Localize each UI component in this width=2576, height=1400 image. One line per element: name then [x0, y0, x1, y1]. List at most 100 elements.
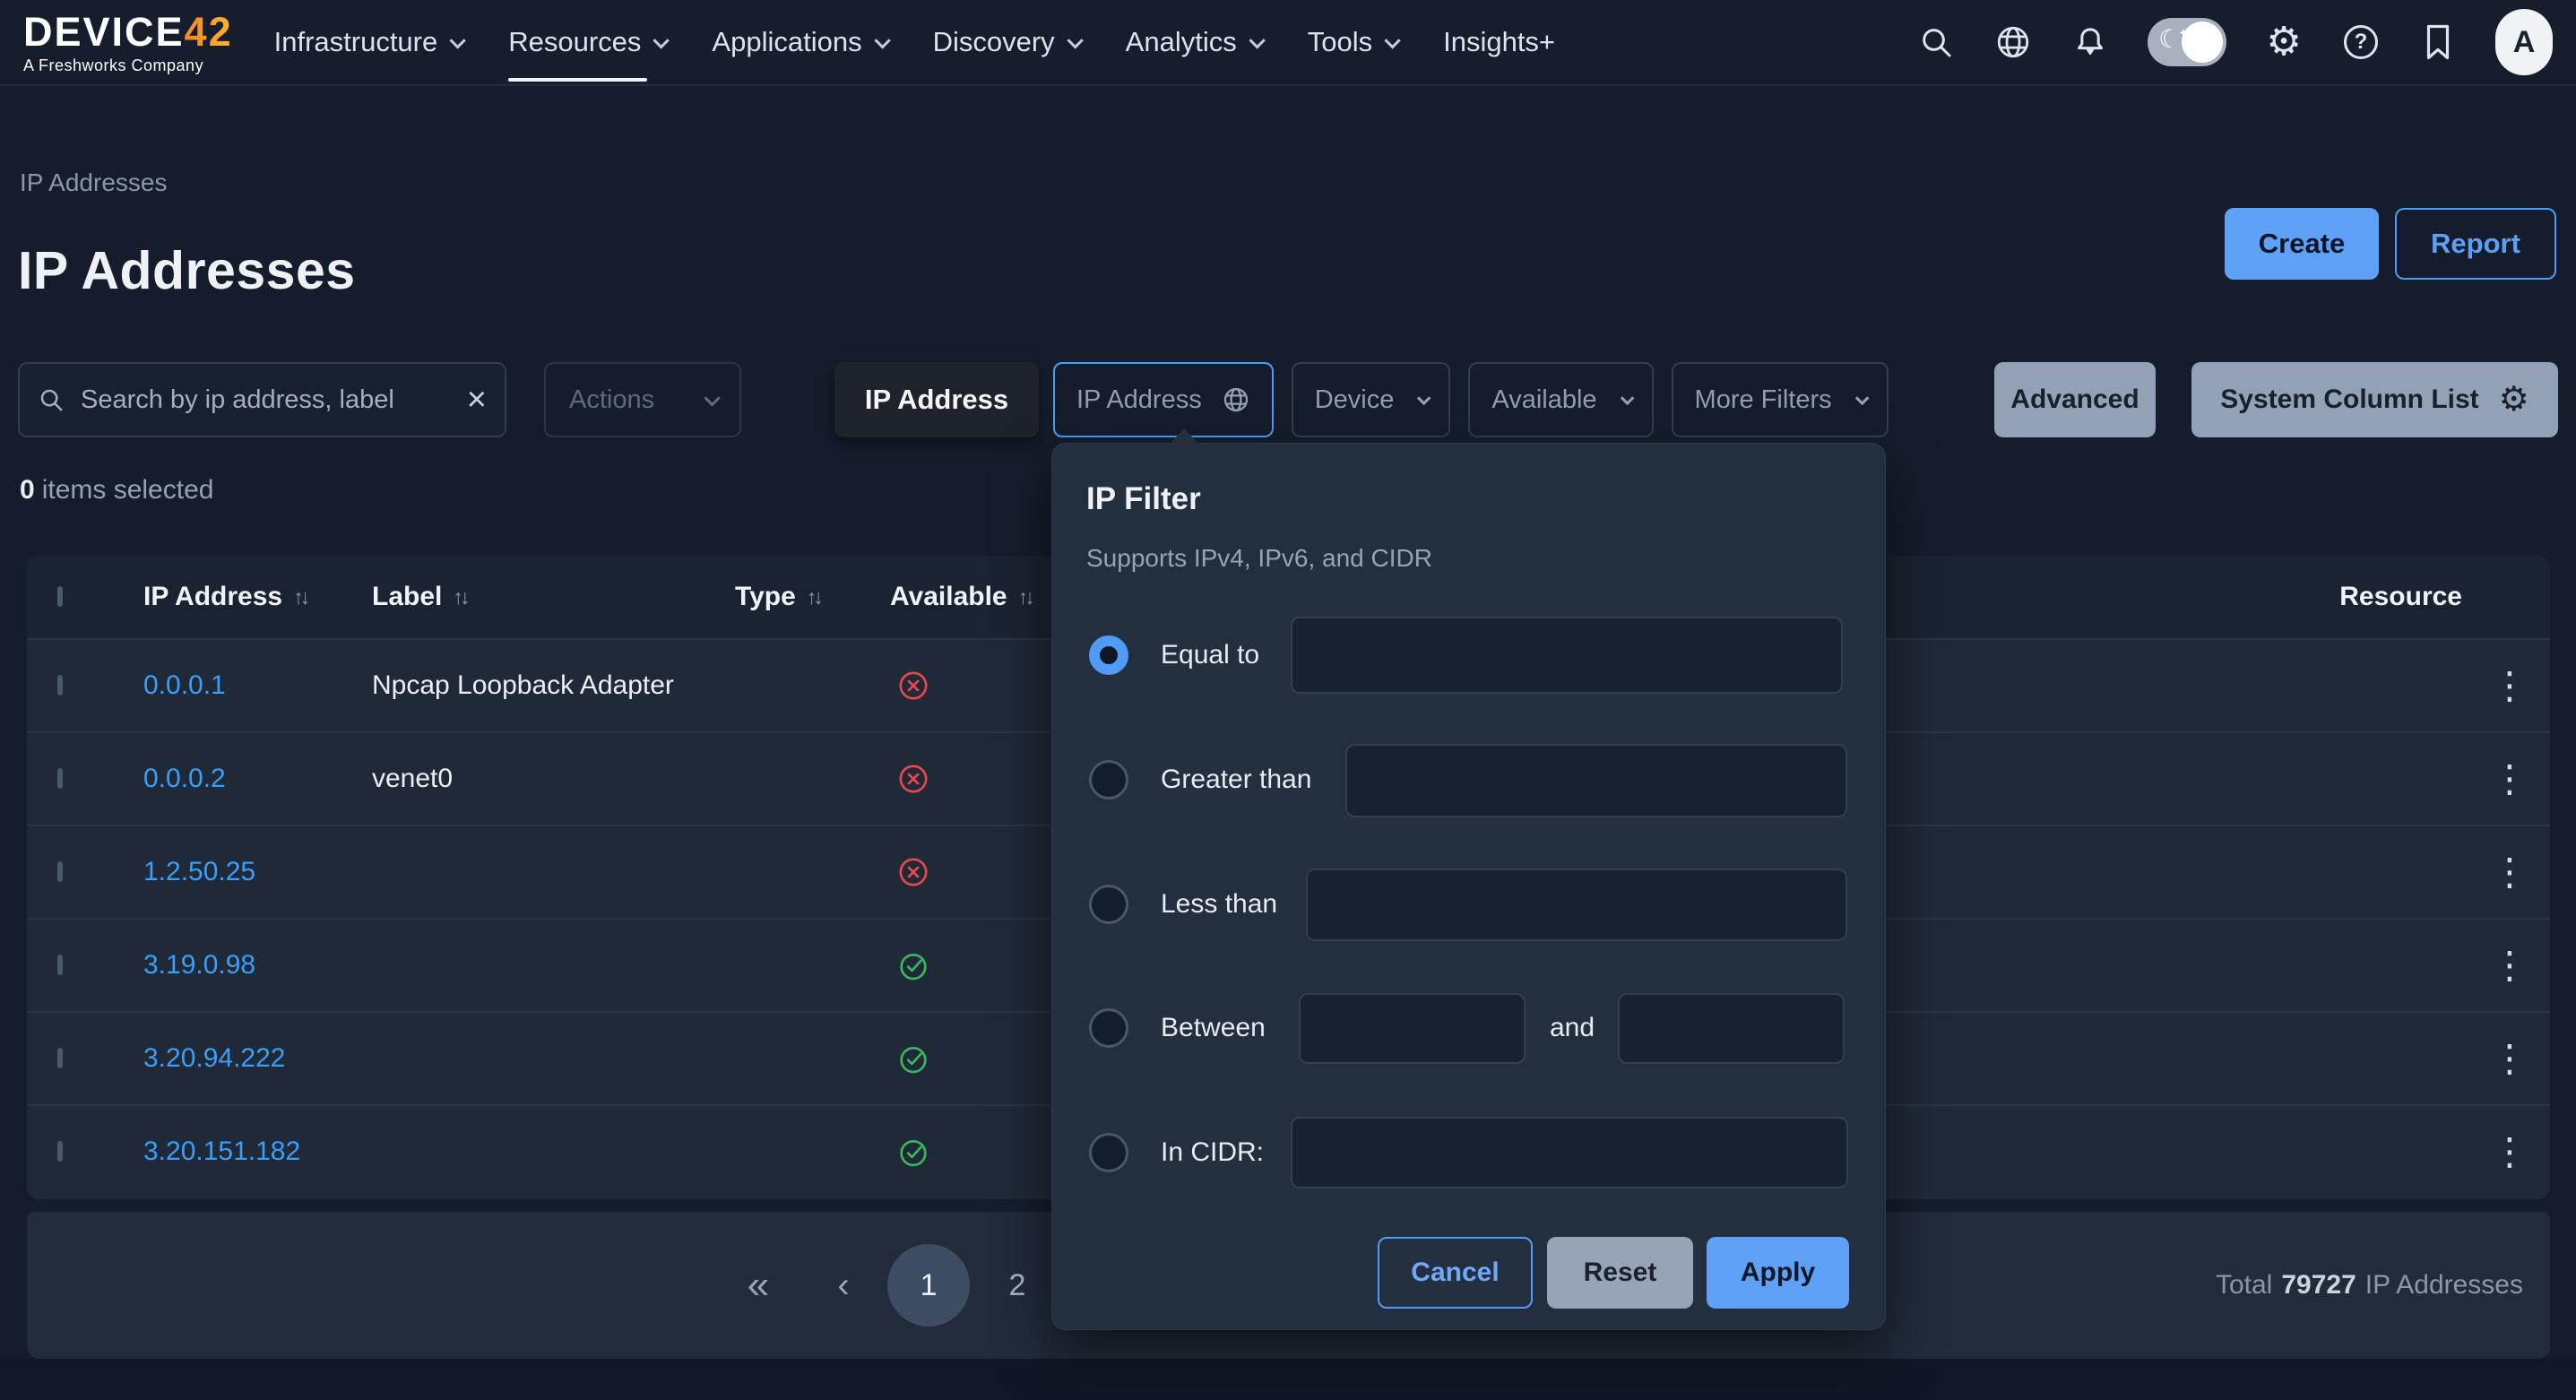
gear-icon[interactable]: ⚙ [2264, 22, 2304, 62]
pagination-page-2[interactable]: 2 [990, 1212, 1044, 1359]
cancel-button[interactable]: Cancel [1378, 1237, 1533, 1309]
column-header-type[interactable]: Type↑↓ [735, 582, 890, 612]
available-cell [890, 947, 1060, 983]
chevron-down-icon [653, 32, 670, 48]
pagination-prev-button[interactable]: ‹ [821, 1212, 866, 1359]
ip-address-link[interactable]: 0.0.0.1 [143, 670, 226, 700]
radio-button[interactable] [1089, 1008, 1128, 1048]
help-icon[interactable]: ? [2341, 22, 2381, 62]
nav-item-insights-[interactable]: Insights+ [1443, 17, 1555, 67]
row-menu-kebab[interactable]: ⋮ [2469, 853, 2550, 891]
filter-value-input[interactable] [1306, 869, 1847, 941]
available-icon [895, 1134, 931, 1170]
breadcrumb[interactable]: IP Addresses [20, 169, 167, 197]
sort-icon[interactable]: ↑↓ [453, 585, 466, 609]
clear-search-icon[interactable]: × [467, 383, 487, 417]
search-icon [38, 386, 65, 413]
column-header-available[interactable]: Available↑↓ [890, 582, 1060, 612]
row-menu-kebab[interactable]: ⋮ [2469, 667, 2550, 704]
row-checkbox[interactable] [57, 1048, 63, 1068]
row-checkbox[interactable] [57, 768, 63, 789]
nav-item-applications[interactable]: Applications [712, 17, 886, 67]
filter-dropdown-available[interactable]: Available [1468, 362, 1653, 437]
row-menu-kebab[interactable]: ⋮ [2469, 760, 2550, 798]
ip-address-link[interactable]: 3.19.0.98 [143, 950, 255, 980]
filter-value-input[interactable] [1299, 993, 1526, 1064]
selection-summary: 0items selected [20, 475, 213, 506]
sort-icon[interactable]: ↑↓ [807, 585, 820, 609]
sort-icon[interactable]: ↑↓ [1018, 585, 1032, 609]
chevron-down-icon [450, 32, 466, 48]
pagination-first-button[interactable]: « [731, 1212, 785, 1359]
radio-button[interactable] [1089, 1133, 1128, 1172]
system-column-list-button[interactable]: System Column List ⚙ [2191, 362, 2558, 437]
ip-address-link[interactable]: 3.20.151.182 [143, 1136, 300, 1166]
unavailable-icon [895, 668, 931, 704]
toolbar: × Actions IP Address IP Address Device A… [18, 362, 2558, 437]
nav-item-infrastructure[interactable]: Infrastructure [274, 17, 462, 67]
row-checkbox[interactable] [57, 1141, 63, 1162]
label-cell: Npcap Loopback Adapter [372, 670, 735, 701]
filter-dropdown-device[interactable]: Device [1292, 362, 1451, 437]
chevron-down-icon [1620, 391, 1634, 405]
ip-address-filter-chip[interactable]: IP Address [834, 362, 1039, 437]
nav-item-discovery[interactable]: Discovery [933, 17, 1079, 67]
reset-button[interactable]: Reset [1547, 1237, 1693, 1309]
top-nav: DEVICE42 A Freshworks Company Infrastruc… [0, 0, 2576, 86]
row-checkbox[interactable] [57, 955, 63, 975]
dark-mode-toggle[interactable]: ☾ ✦ [2148, 18, 2226, 66]
nav-item-analytics[interactable]: Analytics [1126, 17, 1261, 67]
nav-item-tools[interactable]: Tools [1308, 17, 1396, 67]
filter-dropdown-more-filters[interactable]: More Filters [1672, 362, 1889, 437]
filter-value-input[interactable] [1291, 617, 1843, 694]
bookmark-icon[interactable] [2418, 22, 2458, 62]
row-menu-kebab[interactable]: ⋮ [2469, 1040, 2550, 1077]
toggle-knob [2182, 22, 2223, 63]
available-cell [890, 1134, 1060, 1170]
filter-option-less-than: Less than [1052, 860, 1885, 949]
popup-caret [1169, 428, 1199, 445]
device42-logo[interactable]: DEVICE42 A Freshworks Company [23, 12, 233, 73]
column-header-label[interactable]: Label↑↓ [372, 582, 735, 612]
filter-option-in-cidr-: In CIDR: [1052, 1108, 1885, 1197]
ip-address-link[interactable]: 1.2.50.25 [143, 857, 255, 886]
filter-value-input[interactable] [1291, 1117, 1848, 1188]
filter-dropdown-ip-address[interactable]: IP Address [1053, 362, 1274, 437]
available-icon [895, 1041, 931, 1076]
report-button[interactable]: Report [2395, 208, 2556, 280]
nav-item-resources[interactable]: Resources [508, 17, 665, 67]
filter-value-input[interactable] [1345, 744, 1847, 817]
search-input[interactable] [79, 385, 453, 416]
avatar[interactable]: A [2495, 9, 2553, 75]
main-menu: Infrastructure Resources Applications Di… [274, 17, 1555, 67]
globe-icon [1222, 385, 1250, 414]
filter-option-between: Between and [1052, 983, 1885, 1073]
device42-ip-addresses-page: DEVICE42 A Freshworks Company Infrastruc… [0, 0, 2576, 1400]
ip-address-link[interactable]: 0.0.0.2 [143, 764, 226, 793]
row-checkbox[interactable] [57, 861, 63, 882]
pagination-page-1[interactable]: 1 [887, 1244, 970, 1327]
filter-value-input-2[interactable] [1618, 993, 1845, 1064]
row-checkbox[interactable] [57, 675, 63, 696]
bell-icon[interactable] [2070, 22, 2110, 62]
row-menu-kebab[interactable]: ⋮ [2469, 1133, 2550, 1171]
sort-icon[interactable]: ↑↓ [293, 585, 307, 609]
radio-button[interactable] [1089, 885, 1128, 924]
advanced-button[interactable]: Advanced [1994, 362, 2156, 437]
globe-icon[interactable] [1993, 22, 2033, 62]
filter-option-greater-than: Greater than [1052, 735, 1885, 825]
ip-address-link[interactable]: 3.20.94.222 [143, 1043, 285, 1073]
radio-button[interactable] [1089, 760, 1128, 799]
popup-title: IP Filter [1086, 481, 1201, 517]
actions-dropdown[interactable]: Actions [544, 362, 741, 437]
available-cell [890, 668, 1060, 704]
apply-button[interactable]: Apply [1707, 1237, 1849, 1309]
radio-button[interactable] [1089, 635, 1128, 675]
select-all-checkbox[interactable] [57, 586, 63, 607]
create-button[interactable]: Create [2225, 208, 2379, 280]
row-menu-kebab[interactable]: ⋮ [2469, 946, 2550, 984]
available-cell [890, 761, 1060, 797]
search-icon[interactable] [1916, 22, 1956, 62]
column-header-ip-address[interactable]: IP Address↑↓ [143, 582, 372, 612]
page-title: IP Addresses [18, 240, 356, 301]
